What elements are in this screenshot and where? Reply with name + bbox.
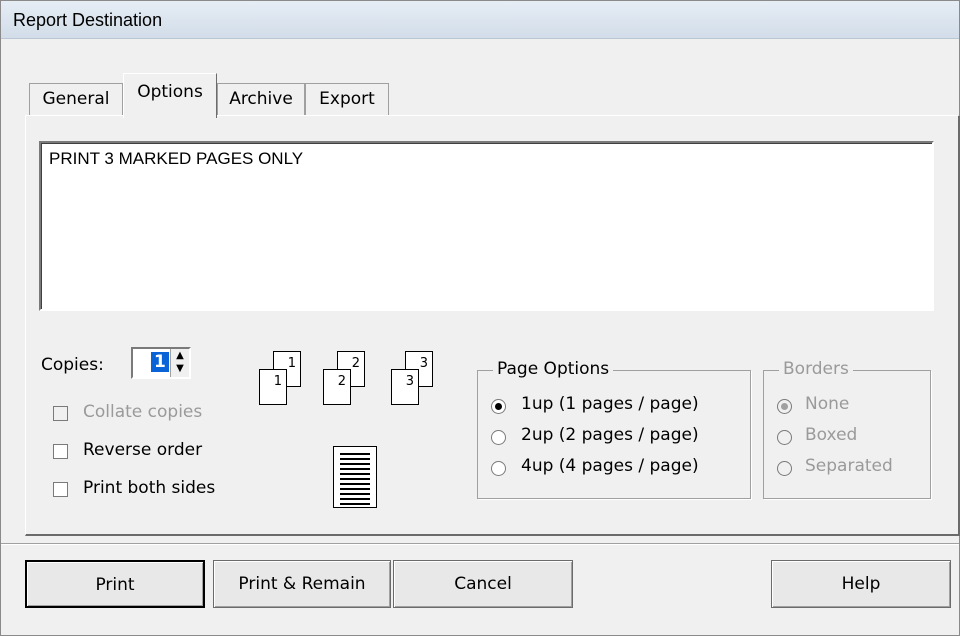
tab-export[interactable]: Export: [305, 83, 389, 116]
print-remain-button[interactable]: Print & Remain: [213, 560, 391, 608]
print-button[interactable]: Print: [25, 560, 205, 608]
radio-4up[interactable]: [491, 461, 506, 476]
divider: [1, 543, 959, 545]
radio-separated[interactable]: [777, 461, 792, 476]
collate-label: Collate copies: [83, 402, 203, 422]
radio-1up-label: 1up (1 pages / page): [521, 394, 699, 414]
tab-archive[interactable]: Archive: [217, 83, 305, 116]
copies-value[interactable]: 1: [151, 352, 169, 372]
window-title: Report Destination: [13, 10, 163, 30]
spin-down-icon[interactable]: ▼: [171, 362, 189, 375]
print-both-sides-label: Print both sides: [83, 478, 216, 498]
tab-general[interactable]: General: [29, 83, 123, 116]
page-options-legend: Page Options: [493, 359, 614, 379]
spinner-arrows[interactable]: ▲ ▼: [170, 349, 189, 377]
radio-2up[interactable]: [491, 430, 506, 445]
help-button[interactable]: Help: [771, 560, 951, 608]
radio-boxed[interactable]: [777, 430, 792, 445]
radio-1up[interactable]: [491, 399, 506, 414]
page-icon: 3: [391, 369, 419, 405]
page-icon: 1: [259, 369, 287, 405]
spin-up-icon[interactable]: ▲: [171, 349, 189, 362]
radio-2up-label: 2up (2 pages / page): [521, 425, 699, 445]
reverse-order-label: Reverse order: [83, 440, 203, 460]
page-icon: 2: [323, 369, 351, 405]
report-destination-dialog: Report Destination General Options Archi…: [0, 0, 960, 636]
radio-4up-label: 4up (4 pages / page): [521, 456, 699, 476]
message-textarea[interactable]: PRINT 3 MARKED PAGES ONLY: [39, 141, 934, 311]
title-bar: Report Destination: [1, 1, 959, 39]
radio-separated-label: Separated: [805, 456, 893, 476]
copies-spinner[interactable]: 1 ▲ ▼: [131, 347, 191, 379]
reverse-order-checkbox[interactable]: [53, 444, 68, 459]
collate-checkbox[interactable]: [53, 406, 68, 421]
radio-boxed-label: Boxed: [805, 425, 858, 445]
radio-none[interactable]: [777, 399, 792, 414]
page-layout-preview-icon: [333, 446, 377, 508]
cancel-button[interactable]: Cancel: [393, 560, 573, 608]
tab-options[interactable]: Options: [123, 73, 217, 118]
print-both-sides-checkbox[interactable]: [53, 482, 68, 497]
radio-none-label: None: [805, 394, 850, 414]
borders-legend: Borders: [779, 359, 853, 379]
copies-label: Copies:: [41, 355, 104, 375]
